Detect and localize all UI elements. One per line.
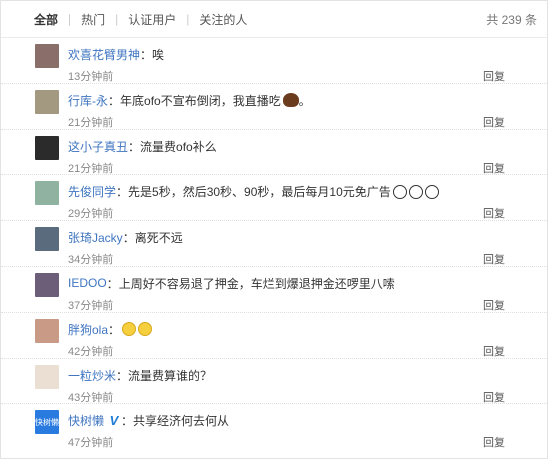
- colon: ：: [116, 185, 129, 200]
- reply-button[interactable]: 回复: [483, 343, 505, 359]
- smile-face-icon: [138, 322, 153, 337]
- comment-line: 快树懒 V ： 共享经济何去何从: [68, 412, 229, 429]
- avatar[interactable]: [35, 227, 59, 252]
- timestamp: 13分钟前: [68, 71, 114, 83]
- tab-verified-users[interactable]: 认证用户: [128, 11, 176, 28]
- timestamp: 21分钟前: [68, 162, 114, 175]
- comment-line: IEDOO ： 上周好不容易退了押金，车烂到爆退押金还啰里八嗦: [68, 275, 395, 292]
- filter-bar: 全部 | 热门 | 认证用户 | 关注的人 共 239 条: [1, 1, 547, 38]
- username-link[interactable]: 先俊同学: [68, 183, 116, 200]
- smile-face-icon: [122, 322, 137, 337]
- username-link[interactable]: 张琦Jacky: [68, 229, 123, 246]
- comment-text: 年底ofo不宣布倒闭，我直播吃: [120, 93, 281, 108]
- avatar[interactable]: [35, 272, 59, 297]
- colon: ：: [122, 231, 135, 246]
- timestamp: 21分钟前: [68, 116, 114, 129]
- shocked-face-icon: [408, 184, 423, 199]
- colon: ：: [116, 368, 129, 383]
- timestamp: 29分钟前: [68, 208, 114, 221]
- username-link[interactable]: 这小子真丑: [68, 138, 128, 155]
- reply-button[interactable]: 回复: [483, 160, 505, 176]
- colon: ：: [106, 276, 119, 291]
- timestamp: 47分钟前: [68, 437, 114, 450]
- tab-hot[interactable]: 热门: [81, 11, 105, 28]
- comment-text: 离死不远: [134, 231, 183, 246]
- reply-button[interactable]: 回复: [483, 68, 505, 84]
- colon: ：: [121, 414, 134, 429]
- poop-icon: [282, 93, 299, 108]
- avatar[interactable]: [35, 364, 59, 389]
- avatar-label: 快树懒: [35, 417, 59, 427]
- tab-following[interactable]: 关注的人: [199, 11, 247, 28]
- username-link[interactable]: IEDOO: [68, 276, 107, 290]
- timestamp: 37分钟前: [68, 299, 114, 312]
- timestamp: 34分钟前: [68, 254, 114, 267]
- timestamp: 42分钟前: [68, 345, 114, 358]
- tab-all[interactable]: 全部: [34, 11, 58, 28]
- comment-list: 欢喜花臂男神 ： 唉 13分钟前 回复 行库-永 ： 年底ofo不宣布倒闭，我直…: [1, 38, 547, 450]
- timestamp: 43分钟前: [68, 391, 114, 404]
- verified-badge-icon: V: [109, 413, 119, 429]
- comment-item: 张琦Jacky ： 离死不远 34分钟前 回复: [1, 221, 547, 267]
- comment-line: 一粒炒米 ： 流量费算谁的？: [68, 367, 212, 384]
- comment-item: 这小子真丑 ： 流量费ofo补么 21分钟前 回复: [1, 130, 547, 176]
- colon: ：: [108, 93, 121, 108]
- username-link[interactable]: 一粒炒米: [68, 367, 116, 384]
- colon: ：: [128, 139, 141, 154]
- comment-text: 唉: [152, 48, 165, 62]
- comments-panel: 全部 | 热门 | 认证用户 | 关注的人 共 239 条 欢喜花臂男神 ： 唉…: [0, 0, 548, 459]
- reply-button[interactable]: 回复: [483, 297, 505, 313]
- colon: ：: [108, 322, 121, 337]
- tab-separator: |: [115, 12, 119, 26]
- comment-line: 胖狗ola ：: [68, 321, 153, 338]
- shocked-face-icon: [424, 184, 439, 199]
- comment-text: 流量费ofo补么: [140, 139, 217, 154]
- reply-button[interactable]: 回复: [483, 389, 505, 405]
- avatar[interactable]: [35, 181, 59, 206]
- comment-line: 张琦Jacky ： 离死不远: [68, 229, 183, 246]
- comment-line: 欢喜花臂男神 ： 唉: [68, 46, 164, 63]
- comment-text-suffix: 。: [298, 93, 311, 108]
- comment-item: IEDOO ： 上周好不容易退了押金，车烂到爆退押金还啰里八嗦 37分钟前 回复: [1, 267, 547, 313]
- comment-text: 上周好不容易退了押金，车烂到爆退押金还啰里八嗦: [118, 276, 395, 291]
- reply-button[interactable]: 回复: [483, 251, 505, 267]
- comment-line: 行库-永 ： 年底ofo不宣布倒闭，我直播吃 。: [68, 92, 311, 109]
- comment-item: 行库-永 ： 年底ofo不宣布倒闭，我直播吃 。 21分钟前 回复: [1, 84, 547, 130]
- comment-text: 先是5秒，然后30秒、90秒，最后每月10元免广告: [128, 185, 391, 200]
- shocked-face-icon: [392, 184, 407, 199]
- colon: ：: [140, 48, 153, 62]
- avatar[interactable]: [35, 318, 59, 343]
- comment-item: 胖狗ola ： 42分钟前 回复: [1, 313, 547, 359]
- reply-button[interactable]: 回复: [483, 205, 505, 221]
- total-count: 共 239 条: [486, 12, 537, 27]
- comment-line: 先俊同学 ： 先是5秒，然后30秒、90秒，最后每月10元免广告: [68, 183, 439, 200]
- comment-item: 一粒炒米 ： 流量费算谁的？ 43分钟前 回复: [1, 359, 547, 405]
- avatar[interactable]: [35, 135, 59, 160]
- comment-item: 欢喜花臂男神 ： 唉 13分钟前 回复: [1, 38, 547, 84]
- username-link[interactable]: 快树懒: [68, 412, 104, 429]
- tab-separator: |: [68, 12, 72, 26]
- avatar[interactable]: 快树懒: [35, 410, 59, 435]
- tab-separator: |: [186, 12, 190, 26]
- comment-line: 这小子真丑 ： 流量费ofo补么: [68, 138, 217, 155]
- reply-button[interactable]: 回复: [483, 114, 505, 130]
- username-link[interactable]: 欢喜花臂男神: [68, 46, 140, 63]
- avatar[interactable]: [35, 44, 59, 68]
- comment-item: 快树懒 快树懒 V ： 共享经济何去何从 47分钟前 回复: [1, 404, 547, 450]
- avatar[interactable]: [35, 89, 59, 114]
- reply-button[interactable]: 回复: [483, 434, 505, 450]
- username-link[interactable]: 行库-永: [68, 92, 108, 109]
- comment-item: 先俊同学 ： 先是5秒，然后30秒、90秒，最后每月10元免广告 29分钟前 回…: [1, 175, 547, 222]
- comment-text: 共享经济何去何从: [133, 414, 230, 429]
- comment-text: 流量费算谁的？: [128, 368, 213, 383]
- username-link[interactable]: 胖狗ola: [68, 321, 108, 338]
